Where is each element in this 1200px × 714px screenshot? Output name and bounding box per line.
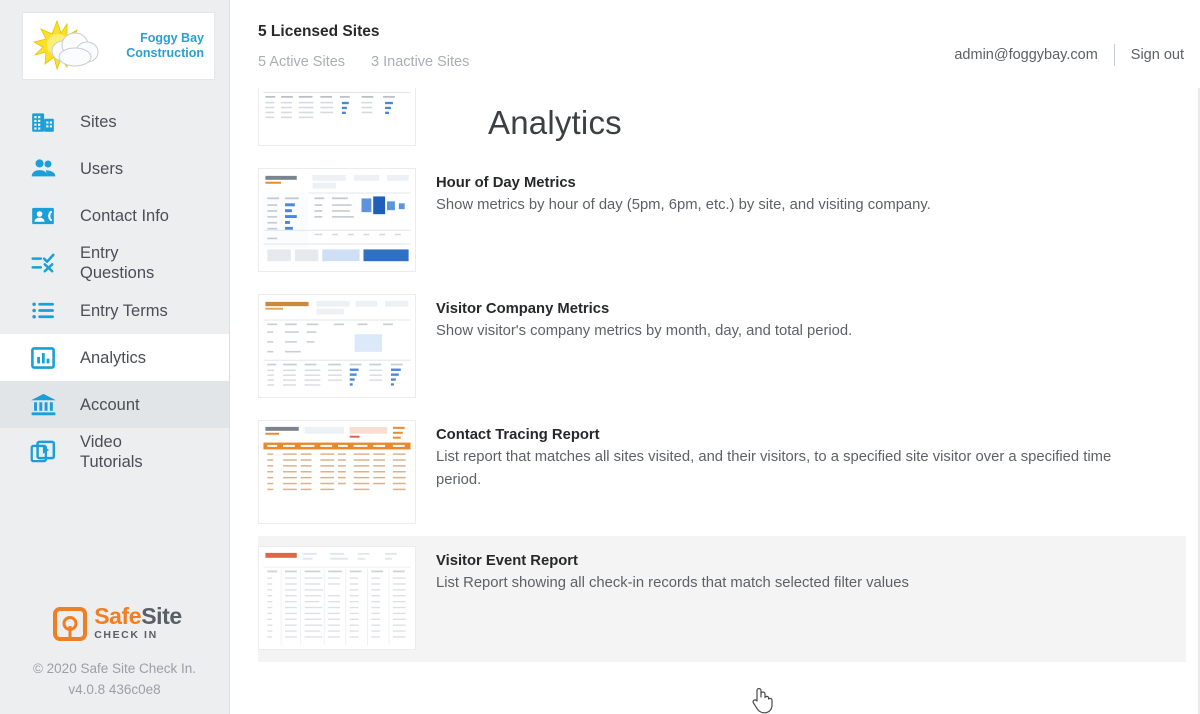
safesite-mark-icon: SafeSite CHECK IN — [16, 605, 219, 642]
report-description: Show metrics by hour of day (5pm, 6pm, e… — [436, 197, 931, 213]
contact-tracing-report-thumbnail — [258, 420, 416, 524]
analytics-page: Foggy Bay Construction Sites Users Conta… — [0, 0, 1200, 714]
divider — [1113, 44, 1115, 66]
report-description: Show metrics by day of week (Mon, Tues, … — [436, 88, 939, 91]
brand-name-line2: Construction — [126, 46, 204, 60]
reports-list[interactable]: Day of Week Metrics Show metrics by day … — [230, 88, 1200, 714]
sidebar-item-entry-terms[interactable]: Entry Terms — [0, 287, 229, 334]
report-card-body: Hour of Day Metrics Show metrics by hour… — [436, 168, 961, 217]
licensed-sites-title: 5 Licensed Sites — [258, 23, 380, 40]
safesite-name-site: Site — [141, 603, 182, 629]
visitor-company-metrics-thumbnail — [258, 294, 416, 398]
report-title: Contact Tracing Report — [436, 427, 600, 443]
report-description: Show visitor's company metrics by month,… — [436, 323, 853, 339]
report-description: List Report showing all check-in records… — [436, 575, 909, 591]
sidebar-item-label: Entry Questions — [80, 243, 154, 283]
report-card-contact-tracing-report[interactable]: Contact Tracing Report List report that … — [258, 410, 1186, 536]
sidebar-nav: Sites Users Contact Info Entry Questions… — [0, 98, 229, 476]
sidebar-item-label: Account — [80, 395, 140, 414]
version-text: v4.0.8 436c0e8 — [68, 682, 161, 697]
sidebar-item-label: Users — [80, 159, 124, 178]
report-card-body: Day of Week Metrics Show metrics by day … — [436, 88, 969, 91]
report-card-body: Visitor Event Report List Report showing… — [436, 546, 939, 595]
sidebar-item-label-line1: Entry — [80, 244, 119, 262]
sidebar: Foggy Bay Construction Sites Users Conta… — [0, 0, 230, 714]
copyright-text: © 2020 Safe Site Check In. — [32, 661, 197, 676]
report-title: Visitor Company Metrics — [436, 301, 610, 317]
safesite-name-safe: Safe — [94, 603, 142, 629]
bar-chart-icon — [28, 343, 58, 373]
top-bar: 5 Licensed Sites 5 Active Sites 3 Inacti… — [230, 0, 1200, 88]
sidebar-item-video-tutorials[interactable]: Video Tutorials — [0, 428, 229, 476]
report-card-body: Visitor Company Metrics Show visitor's c… — [436, 294, 882, 343]
report-title: Visitor Event Report — [436, 553, 578, 569]
sidebar-item-account[interactable]: Account — [0, 381, 229, 428]
report-description: List report that matches all sites visit… — [436, 449, 1112, 488]
report-title: Hour of Day Metrics — [436, 175, 576, 191]
building-icon — [28, 107, 58, 137]
report-card-body: Contact Tracing Report List report that … — [436, 420, 1186, 492]
sidebar-footer: SafeSite CHECK IN © 2020 Safe Site Check… — [0, 605, 229, 714]
sidebar-item-analytics[interactable]: Analytics — [0, 334, 229, 381]
account-area: admin@foggybay.com Sign out — [954, 44, 1184, 66]
sidebar-item-label-line2: Questions — [80, 264, 155, 282]
sidebar-item-label: Sites — [80, 112, 117, 131]
main-content: 5 Licensed Sites 5 Active Sites 3 Inacti… — [230, 0, 1200, 714]
checklist-check-x-icon — [28, 248, 58, 278]
report-card-visitor-event-report[interactable]: Visitor Event Report List Report showing… — [258, 536, 1186, 662]
brand-name-line1: Foggy Bay — [140, 31, 204, 45]
day-of-week-metrics-thumbnail — [258, 88, 416, 146]
sidebar-item-label-line2: Tutorials — [80, 453, 143, 471]
bank-icon — [28, 390, 58, 420]
page-title: Analytics — [488, 104, 632, 142]
sidebar-item-label: Video Tutorials — [80, 432, 143, 472]
safesite-wordmark: SafeSite CHECK IN — [94, 605, 182, 642]
video-play-icon — [28, 437, 58, 467]
sidebar-item-entry-questions[interactable]: Entry Questions — [0, 239, 229, 287]
sidebar-item-label: Entry Terms — [80, 301, 168, 320]
users-icon — [28, 154, 58, 184]
report-card-day-of-week-metrics[interactable]: Day of Week Metrics Show metrics by day … — [258, 88, 1186, 158]
hour-of-day-metrics-thumbnail — [258, 168, 416, 272]
sidebar-item-label: Contact Info — [80, 206, 169, 225]
list-bullets-icon — [28, 296, 58, 326]
sidebar-item-users[interactable]: Users — [0, 145, 229, 192]
sign-out-button[interactable]: Sign out — [1131, 47, 1184, 63]
safesite-tagline: CHECK IN — [94, 629, 158, 641]
brand-card: Foggy Bay Construction — [22, 12, 215, 80]
report-card-hour-of-day-metrics[interactable]: Hour of Day Metrics Show metrics by hour… — [258, 158, 1186, 284]
visitor-event-report-thumbnail — [258, 546, 416, 650]
active-sites-count: 5 Active Sites — [258, 54, 346, 70]
sidebar-item-label: Analytics — [80, 348, 147, 367]
inactive-sites-count: 3 Inactive Sites — [371, 54, 470, 70]
safesite-glyph — [53, 606, 88, 641]
contact-card-icon — [28, 201, 58, 231]
sidebar-item-contact-info[interactable]: Contact Info — [0, 192, 229, 239]
sidebar-item-label-line1: Video — [80, 433, 122, 451]
sidebar-item-sites[interactable]: Sites — [0, 98, 229, 145]
brand-name: Foggy Bay Construction — [103, 31, 206, 61]
account-email[interactable]: admin@foggybay.com — [954, 47, 1097, 63]
report-card-visitor-company-metrics[interactable]: Visitor Company Metrics Show visitor's c… — [258, 284, 1186, 410]
sun-cloud-icon — [29, 17, 103, 75]
